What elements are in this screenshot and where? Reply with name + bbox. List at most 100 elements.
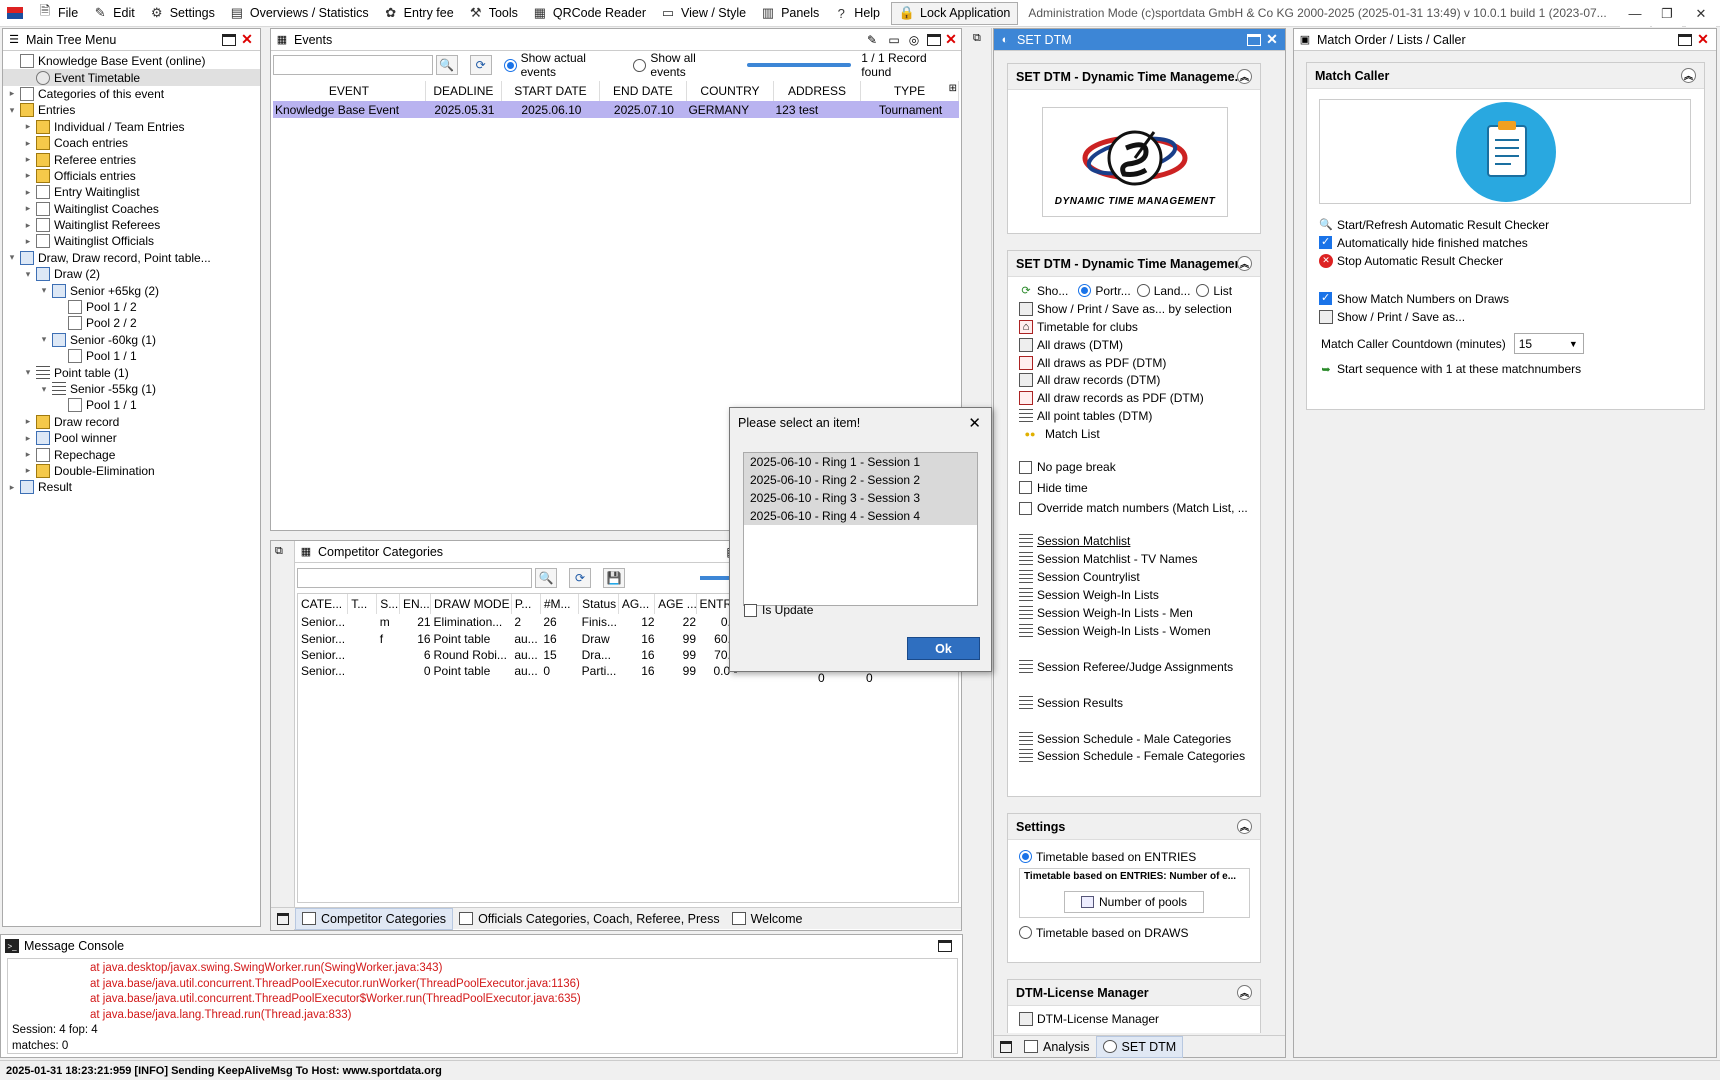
- column-header[interactable]: AG...: [618, 594, 656, 614]
- tree-node[interactable]: Pool 1 / 1: [3, 348, 260, 364]
- dtm-item[interactable]: All draw records as PDF (DTM): [1019, 389, 1260, 407]
- tree-node[interactable]: ▸ Double-Elimination: [3, 463, 260, 479]
- expanded-icon[interactable]: ▾: [39, 334, 49, 345]
- session-list-item[interactable]: Session Results: [1019, 694, 1260, 712]
- tab-officials-categories[interactable]: Officials Categories, Coach, Referee, Pr…: [453, 908, 726, 930]
- collapsed-icon[interactable]: ▸: [23, 170, 33, 181]
- tree-node[interactable]: ▸ Draw record: [3, 414, 260, 430]
- maximize-icon[interactable]: [1678, 33, 1692, 46]
- maximize-icon[interactable]: [994, 1036, 1018, 1058]
- timetable-draws-radio[interactable]: Timetable based on DRAWS: [1019, 924, 1260, 942]
- column-header[interactable]: START DATE: [501, 81, 600, 101]
- dtm-item[interactable]: ●● Match List: [1019, 425, 1260, 443]
- search-icon[interactable]: 🔍: [436, 55, 458, 75]
- tree-node[interactable]: ▾ Senior -60kg (1): [3, 332, 260, 348]
- session-option[interactable]: 2025-06-10 - Ring 1 - Session 1: [744, 453, 977, 471]
- stop-result-checker[interactable]: ✕ Stop Automatic Result Checker: [1319, 252, 1699, 270]
- search-icon[interactable]: 🔍: [535, 568, 557, 588]
- folder-icon[interactable]: ▭: [887, 33, 901, 47]
- dtm-main-header[interactable]: SET DTM - Dynamic Time Management ︽: [1008, 251, 1260, 277]
- detach-icon[interactable]: ⧉: [973, 32, 991, 45]
- session-list-item[interactable]: Session Schedule - Female Categories: [1019, 748, 1260, 766]
- dtm-section-header[interactable]: SET DTM - Dynamic Time Manageme... ︽: [1008, 64, 1260, 90]
- tree-node[interactable]: ▸ Waitinglist Referees: [3, 217, 260, 233]
- table-row[interactable]: Knowledge Base Event 2025.05.31 2025.06.10…: [273, 101, 959, 118]
- menu-tools[interactable]: ⚒ Tools: [461, 0, 525, 26]
- collapsed-icon[interactable]: ▸: [23, 203, 33, 214]
- dtm-item[interactable]: All draws as PDF (DTM): [1019, 354, 1260, 372]
- tree-node[interactable]: ▸ Result: [3, 479, 260, 495]
- column-header[interactable]: ADDRESS: [773, 81, 862, 101]
- expanded-icon[interactable]: ▾: [7, 105, 17, 116]
- show-match-numbers-checkbox[interactable]: Show Match Numbers on Draws: [1319, 290, 1699, 308]
- collapsed-icon[interactable]: ▸: [23, 154, 33, 165]
- collapsed-icon[interactable]: ▸: [23, 138, 33, 149]
- show-actual-radio[interactable]: Show actual events: [503, 51, 624, 79]
- collapsed-icon[interactable]: ▸: [23, 465, 33, 476]
- tree-node[interactable]: ▾ Entries: [3, 102, 260, 118]
- tree-node[interactable]: Knowledge Base Event (online): [3, 53, 260, 69]
- expanded-icon[interactable]: ▾: [23, 367, 33, 378]
- tree-node[interactable]: ▸ Individual / Team Entries: [3, 119, 260, 135]
- collapsed-icon[interactable]: ▸: [7, 482, 17, 493]
- number-of-pools-button[interactable]: Number of pools: [1064, 890, 1204, 913]
- license-header[interactable]: DTM-License Manager ︽: [1008, 980, 1260, 1006]
- tab-analysis[interactable]: Analysis: [1018, 1036, 1096, 1058]
- start-result-checker[interactable]: 🔍 Start/Refresh Automatic Result Checker: [1319, 216, 1699, 234]
- column-header[interactable]: Status: [578, 594, 619, 614]
- dtm-checkbox[interactable]: Hide time: [1019, 478, 1260, 499]
- session-list-item[interactable]: Session Referee/Judge Assignments: [1019, 658, 1260, 676]
- tree-node[interactable]: Pool 1 / 2: [3, 299, 260, 315]
- column-header[interactable]: EN...: [399, 594, 432, 614]
- expanded-icon[interactable]: ▾: [39, 285, 49, 296]
- collapsed-icon[interactable]: ▸: [23, 121, 33, 132]
- maximize-icon[interactable]: [222, 33, 236, 46]
- column-header[interactable]: DEADLINE: [425, 81, 502, 101]
- match-caller-header[interactable]: Match Caller ︽: [1307, 63, 1704, 89]
- events-search-input[interactable]: [273, 55, 433, 75]
- window-close-icon[interactable]: ✕: [1686, 0, 1716, 27]
- tree-node[interactable]: ▸ Waitinglist Coaches: [3, 201, 260, 217]
- is-update-checkbox[interactable]: Is Update: [744, 603, 813, 617]
- dtm-item[interactable]: All draws (DTM): [1019, 336, 1260, 354]
- timetable-entries-radio[interactable]: Timetable based on ENTRIES: [1019, 848, 1260, 866]
- tree-node[interactable]: Pool 1 / 1: [3, 397, 260, 413]
- collapse-icon[interactable]: ︽: [1237, 69, 1252, 84]
- column-header[interactable]: COUNTRY: [686, 81, 775, 101]
- session-list-item[interactable]: Session Weigh-In Lists: [1019, 586, 1260, 604]
- collapsed-icon[interactable]: ▸: [7, 88, 17, 99]
- show-print-save[interactable]: Show / Print / Save as...: [1319, 308, 1699, 326]
- collapsed-icon[interactable]: ▸: [23, 433, 33, 444]
- target-icon[interactable]: ◎: [907, 33, 921, 47]
- dtm-checkbox[interactable]: Override match numbers (Match List, ...: [1019, 498, 1260, 519]
- tree-node[interactable]: ▸ Pool winner: [3, 430, 260, 446]
- ok-button[interactable]: Ok: [907, 637, 980, 660]
- tree-node[interactable]: ▸ Categories of this event: [3, 86, 260, 102]
- column-header[interactable]: T...: [347, 594, 378, 614]
- tree-node[interactable]: ▾ Point table (1): [3, 364, 260, 380]
- close-icon[interactable]: ✕: [1696, 31, 1710, 47]
- show-option[interactable]: Sho...: [1037, 284, 1068, 298]
- dtm-checkbox[interactable]: No page break: [1019, 457, 1260, 478]
- dtm-item[interactable]: Show / Print / Save as... by selection: [1019, 300, 1260, 318]
- lock-application-button[interactable]: 🔒 Lock Application: [891, 1, 1019, 25]
- session-option[interactable]: 2025-06-10 - Ring 4 - Session 4: [744, 507, 977, 525]
- column-header[interactable]: END DATE: [599, 81, 687, 101]
- column-header[interactable]: DRAW MODE: [430, 594, 512, 614]
- collapsed-icon[interactable]: ▸: [23, 449, 33, 460]
- tree-node[interactable]: ▸ Referee entries: [3, 151, 260, 167]
- column-header[interactable]: #M...: [540, 594, 580, 614]
- tab-welcome[interactable]: Welcome: [726, 908, 809, 930]
- table-row[interactable]: Senior... 6 Round Robi... au... 15 Dra... 16 99…: [298, 647, 738, 663]
- tree-node[interactable]: ▸ Waitinglist Officials: [3, 233, 260, 249]
- expanded-icon[interactable]: ▾: [39, 384, 49, 395]
- tree-node[interactable]: ▾ Senior +65kg (2): [3, 282, 260, 298]
- menu-help[interactable]: ? Help: [826, 0, 887, 26]
- collapse-icon[interactable]: ︽: [1681, 68, 1696, 83]
- table-row[interactable]: Senior... f 16 Point table au... 16 Draw 16 99 60…: [298, 630, 738, 646]
- save-icon[interactable]: 💾: [603, 568, 625, 588]
- refresh-icon[interactable]: ⟳: [469, 55, 492, 75]
- session-list-item[interactable]: Session Matchlist - TV Names: [1019, 550, 1260, 568]
- tree-node[interactable]: ▾ Draw (2): [3, 266, 260, 282]
- menu-entry-fee[interactable]: ✿ Entry fee: [376, 0, 461, 26]
